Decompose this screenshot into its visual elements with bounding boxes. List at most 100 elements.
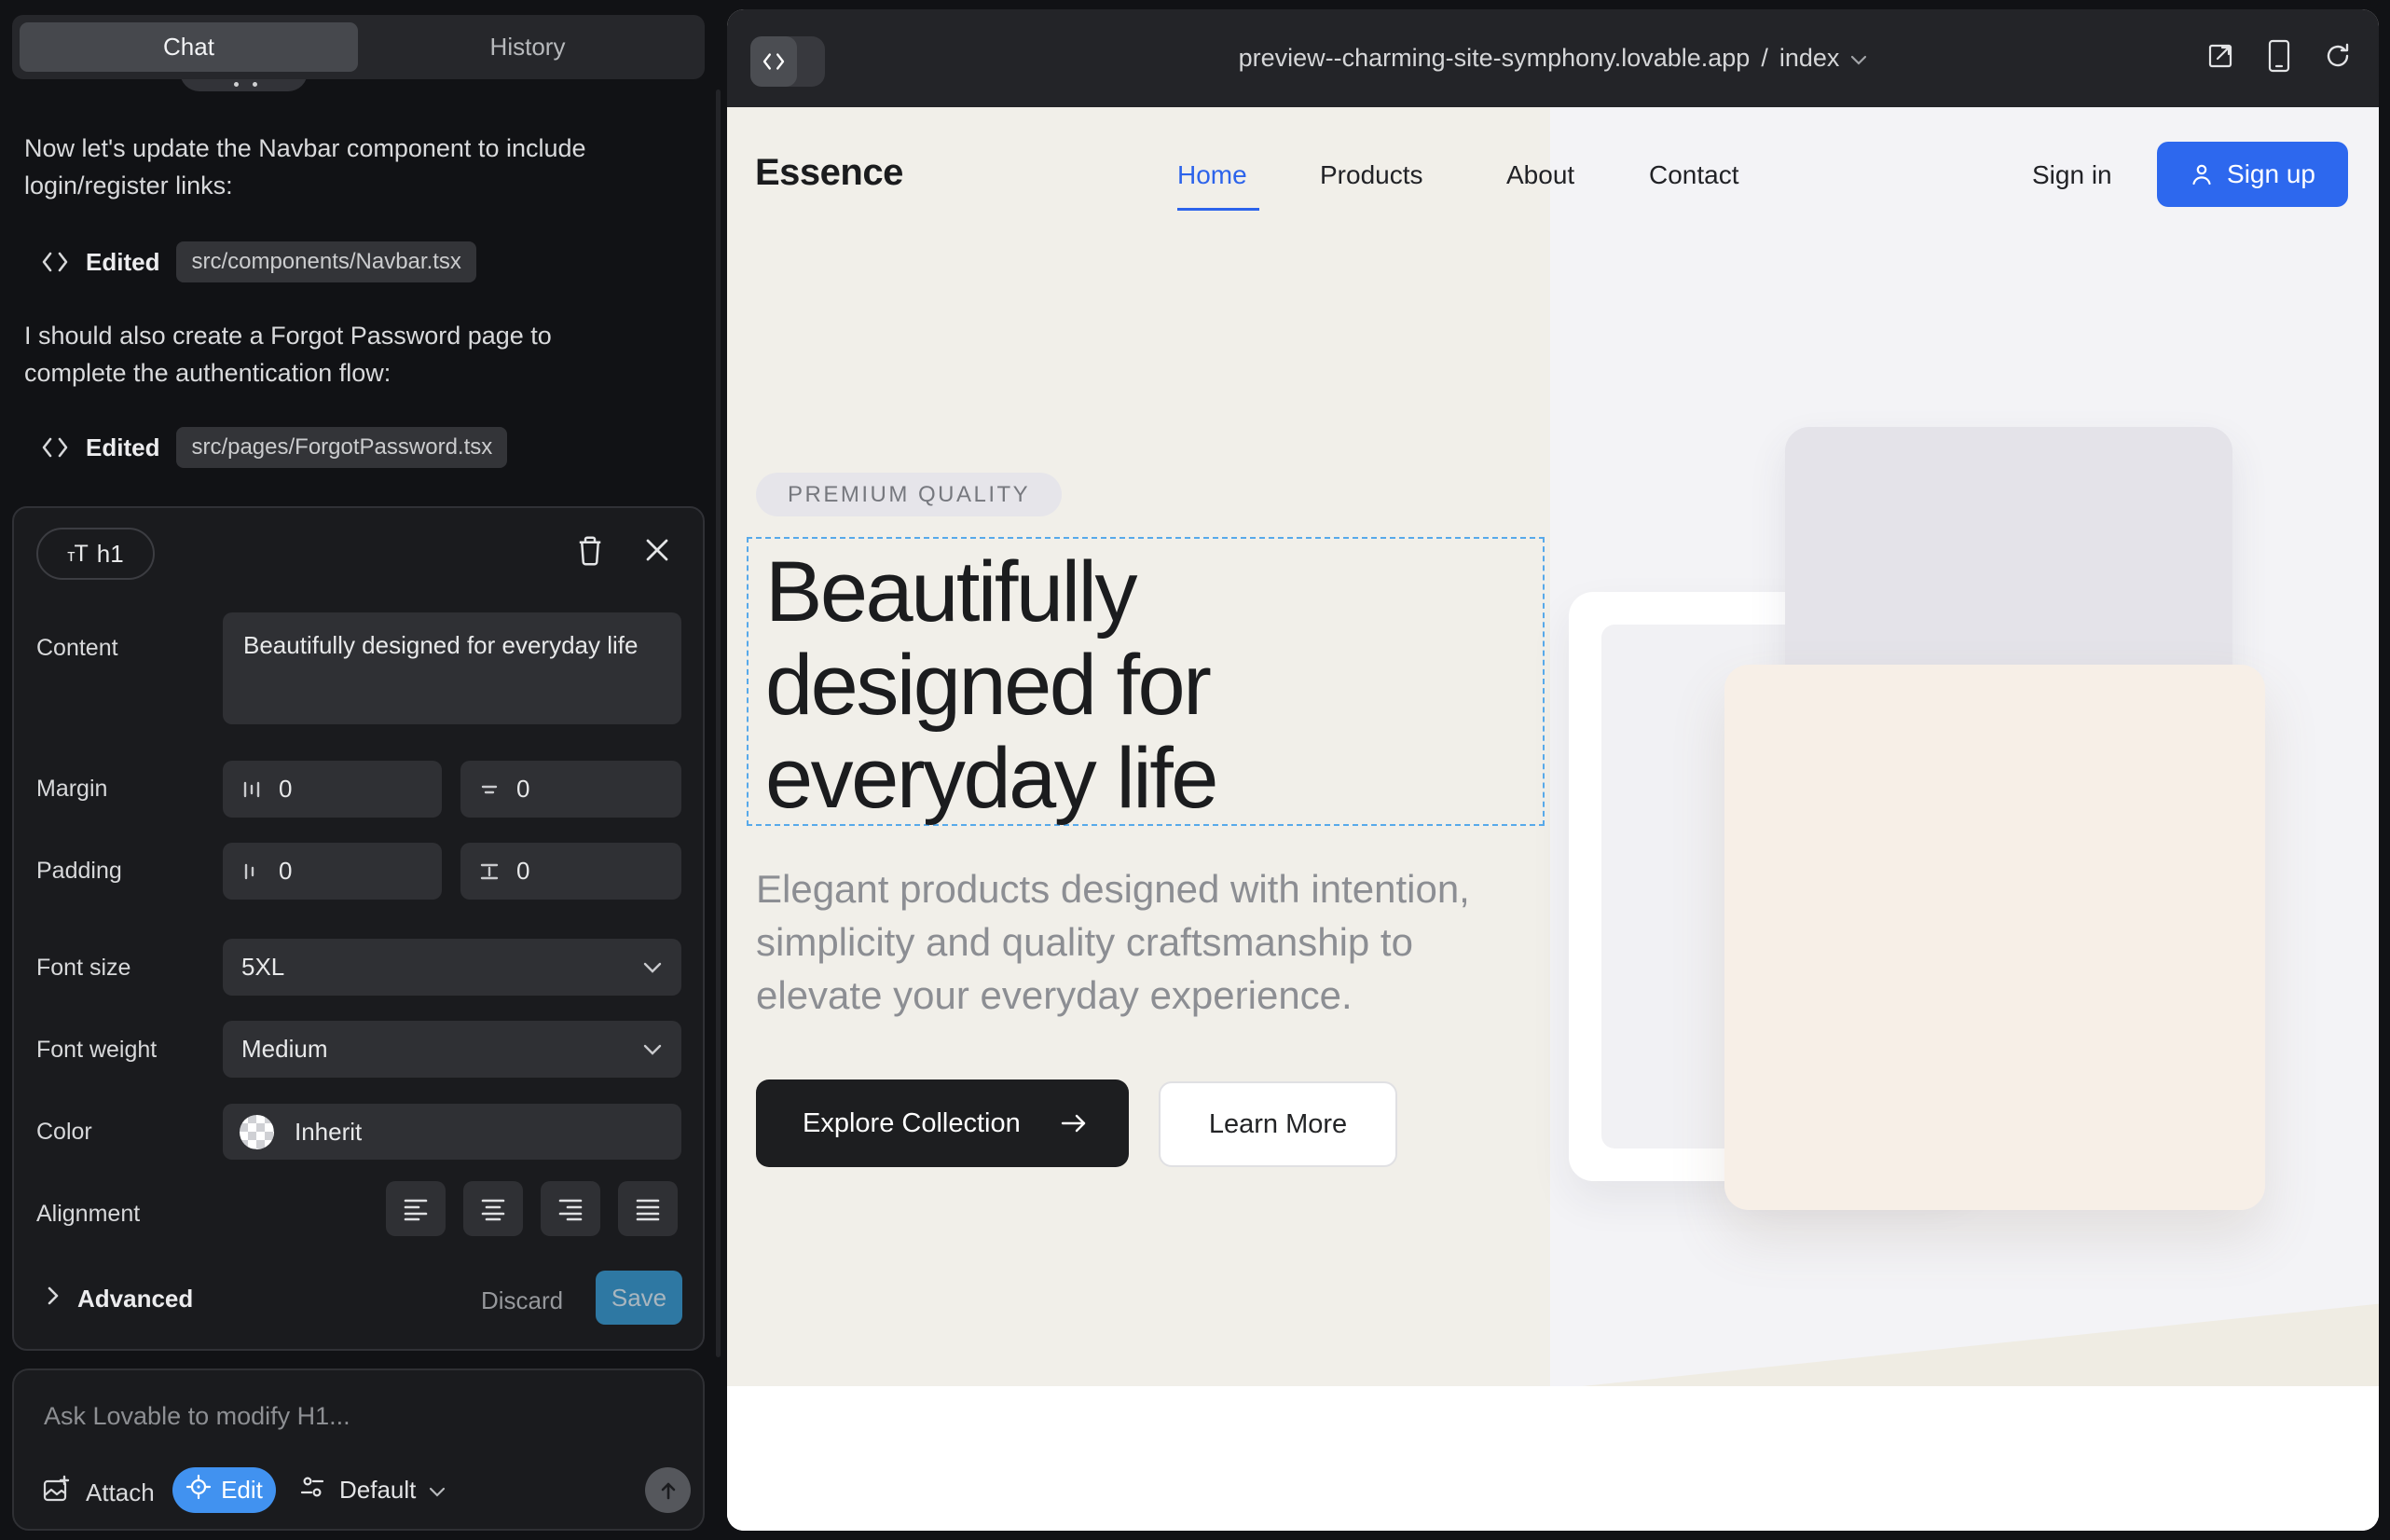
sign-in-link[interactable]: Sign in bbox=[2032, 160, 2112, 190]
font-size-select[interactable]: 5XL bbox=[223, 939, 681, 996]
chat-message: I should also create a Forgot Password p… bbox=[24, 317, 628, 392]
font-weight-value: Medium bbox=[241, 1035, 327, 1064]
hero-badge: PREMIUM QUALITY bbox=[756, 473, 1062, 516]
composer-input[interactable]: Ask Lovable to modify H1... bbox=[44, 1402, 350, 1431]
lovable-app: Chat History Now let's update the Navbar… bbox=[0, 0, 2390, 1540]
chip-dot bbox=[234, 82, 239, 87]
edited-file-chip[interactable]: src/components/Navbar.tsx bbox=[176, 241, 475, 282]
chevron-down-icon bbox=[642, 961, 663, 974]
mode-select[interactable]: Default bbox=[298, 1473, 446, 1507]
decor-card-beige bbox=[1724, 665, 2265, 1210]
explore-label: Explore Collection bbox=[803, 1108, 1021, 1139]
padding-label: Padding bbox=[36, 858, 122, 885]
font-size-value: 5XL bbox=[241, 953, 284, 982]
nav-link-contact[interactable]: Contact bbox=[1649, 160, 1739, 190]
edited-label: Edited bbox=[86, 433, 159, 462]
text-icon: тT bbox=[67, 541, 88, 568]
tab-history-label: History bbox=[490, 33, 566, 62]
advanced-toggle[interactable]: Advanced bbox=[46, 1285, 193, 1313]
sign-up-button[interactable]: Sign up bbox=[2157, 142, 2348, 207]
align-right-button[interactable] bbox=[541, 1181, 600, 1236]
sliders-icon bbox=[298, 1473, 326, 1507]
mobile-view-icon[interactable] bbox=[2267, 39, 2291, 77]
edit-mode-button[interactable]: Edit bbox=[172, 1467, 276, 1513]
margin-horizontal-icon bbox=[240, 777, 264, 802]
attach-button[interactable]: Attach bbox=[41, 1475, 155, 1511]
image-plus-icon bbox=[41, 1475, 71, 1511]
chevron-down-icon bbox=[1850, 55, 1867, 66]
code-preview-toggle[interactable] bbox=[750, 36, 825, 87]
padding-y-value: 0 bbox=[516, 857, 529, 886]
chat-scrollbar[interactable] bbox=[716, 89, 721, 1357]
edit-label: Edit bbox=[221, 1476, 263, 1505]
hero-heading[interactable]: Beautifully designed for everyday life bbox=[765, 545, 1216, 825]
margin-y-input[interactable]: 0 bbox=[460, 761, 681, 818]
edited-label: Edited bbox=[86, 248, 159, 277]
tab-chat[interactable]: Chat bbox=[20, 22, 358, 72]
edited-file-row[interactable]: Edited src/pages/ForgotPassword.tsx bbox=[41, 427, 507, 468]
nav-link-products[interactable]: Products bbox=[1320, 160, 1423, 190]
explore-collection-button[interactable]: Explore Collection bbox=[756, 1079, 1129, 1167]
margin-vertical-icon bbox=[477, 777, 501, 802]
chip-dot bbox=[253, 82, 257, 87]
color-value: Inherit bbox=[295, 1118, 362, 1147]
content-value: Beautifully designed for everyday life bbox=[243, 629, 638, 662]
padding-horizontal-icon bbox=[240, 859, 264, 884]
save-button[interactable]: Save bbox=[596, 1271, 682, 1325]
font-size-label: Font size bbox=[36, 955, 130, 982]
refresh-icon[interactable] bbox=[2323, 41, 2353, 76]
advanced-label: Advanced bbox=[77, 1285, 193, 1313]
sidebar-tabbar: Chat History bbox=[12, 15, 705, 79]
close-icon[interactable] bbox=[643, 536, 671, 564]
tab-chat-label: Chat bbox=[163, 33, 214, 62]
color-select[interactable]: Inherit bbox=[223, 1104, 681, 1160]
chat-message: Now let's update the Navbar component to… bbox=[24, 130, 628, 204]
alignment-label: Alignment bbox=[36, 1201, 140, 1228]
padding-x-value: 0 bbox=[279, 857, 292, 886]
mode-label: Default bbox=[339, 1476, 416, 1505]
chevron-right-icon bbox=[46, 1285, 61, 1313]
tab-history[interactable]: History bbox=[358, 22, 697, 72]
color-label: Color bbox=[36, 1119, 92, 1146]
edited-file-chip[interactable]: src/pages/ForgotPassword.tsx bbox=[176, 427, 507, 468]
align-justify-button[interactable] bbox=[618, 1181, 678, 1236]
font-weight-select[interactable]: Medium bbox=[223, 1021, 681, 1078]
discard-button[interactable]: Discard bbox=[481, 1286, 563, 1315]
url-bar[interactable]: preview--charming-site-symphony.lovable.… bbox=[1239, 44, 1868, 73]
learn-more-button[interactable]: Learn More bbox=[1159, 1081, 1397, 1167]
content-input[interactable]: Beautifully designed for everyday life bbox=[223, 612, 681, 724]
url-page: index bbox=[1779, 44, 1840, 73]
nav-link-about[interactable]: About bbox=[1506, 160, 1574, 190]
chevron-down-icon bbox=[429, 1476, 446, 1505]
preview-toolbar: preview--charming-site-symphony.lovable.… bbox=[727, 9, 2379, 107]
padding-x-input[interactable]: 0 bbox=[223, 843, 442, 900]
padding-vertical-icon bbox=[477, 859, 501, 884]
target-icon bbox=[185, 1474, 212, 1506]
user-icon bbox=[2190, 162, 2214, 186]
delete-element-button[interactable] bbox=[576, 535, 604, 566]
hero-description: Elegant products designed with intention… bbox=[756, 862, 1513, 1022]
code-icon bbox=[41, 436, 69, 459]
font-weight-label: Font weight bbox=[36, 1037, 157, 1064]
preview-pane: preview--charming-site-symphony.lovable.… bbox=[727, 9, 2379, 1531]
align-center-button[interactable] bbox=[463, 1181, 523, 1236]
color-swatch bbox=[240, 1115, 274, 1149]
margin-x-input[interactable]: 0 bbox=[223, 761, 442, 818]
url-host: preview--charming-site-symphony.lovable.… bbox=[1239, 44, 1751, 73]
chevron-down-icon bbox=[642, 1043, 663, 1056]
site-logo[interactable]: Essence bbox=[755, 152, 903, 194]
padding-y-input[interactable]: 0 bbox=[460, 843, 681, 900]
align-left-button[interactable] bbox=[386, 1181, 446, 1236]
edited-file-row[interactable]: Edited src/components/Navbar.tsx bbox=[41, 241, 476, 282]
learn-more-label: Learn More bbox=[1209, 1109, 1347, 1140]
site-content: Essence Home Products About Contact Sign… bbox=[727, 107, 2379, 1531]
selected-tag-chip: тT h1 bbox=[36, 528, 155, 580]
arrow-right-icon bbox=[1060, 1112, 1088, 1134]
open-external-icon[interactable] bbox=[2205, 41, 2235, 76]
nav-link-home[interactable]: Home bbox=[1177, 160, 1247, 190]
send-button[interactable] bbox=[645, 1467, 691, 1513]
code-icon[interactable] bbox=[750, 36, 797, 87]
heading-line: Beautifully bbox=[765, 545, 1216, 639]
margin-y-value: 0 bbox=[516, 775, 529, 804]
margin-x-value: 0 bbox=[279, 775, 292, 804]
